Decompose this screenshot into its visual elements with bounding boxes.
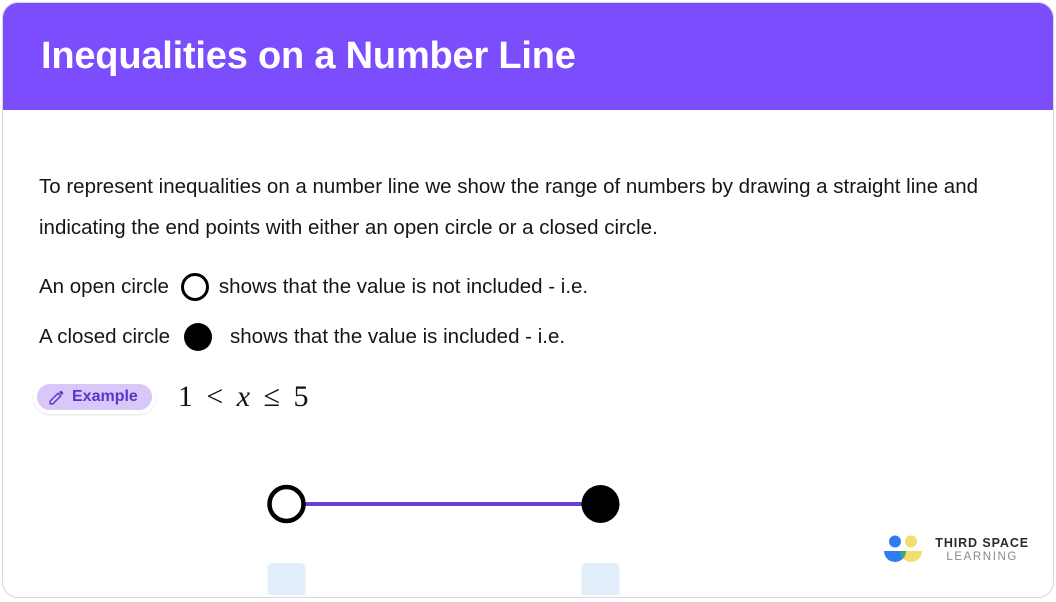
tick-highlight [267, 563, 306, 595]
page-title: Inequalities on a Number Line [41, 35, 576, 77]
example-badge-label: Example [72, 388, 138, 405]
example-row: Example 1 < x ≤ 5 [33, 380, 312, 414]
brand-logo: THIRD SPACE LEARNING [881, 533, 1029, 567]
range-start-endpoint-open [267, 484, 306, 524]
expression-operator-1: < [206, 380, 227, 413]
number-line-diagram: -2-1012345678 [3, 425, 1053, 595]
lesson-card: Inequalities on a Number Line To represe… [2, 2, 1054, 598]
expression-variable: x [236, 380, 254, 413]
card-body: To represent inequalities on a number li… [3, 110, 1053, 597]
example-expression: 1 < x ≤ 5 [178, 380, 312, 414]
intro-paragraph: To represent inequalities on a number li… [39, 174, 978, 239]
open-circle-icon [180, 273, 209, 301]
closed-circle-icon [184, 323, 213, 351]
expression-operator-2: ≤ [263, 380, 284, 413]
pencil-icon [49, 390, 64, 405]
expression-lower-bound: 1 [177, 380, 196, 413]
card-header: Inequalities on a Number Line [3, 3, 1053, 110]
closed-circle-text-after: shows that the value is included - i.e. [230, 325, 566, 348]
tick-highlight [581, 563, 620, 595]
example-badge[interactable]: Example [33, 380, 156, 414]
closed-circle-text-before: A closed circle [39, 325, 171, 348]
open-circle-text-after: shows that the value is not included - i… [218, 275, 589, 298]
open-circle-text-before: An open circle [39, 275, 169, 298]
logo-line-1: THIRD SPACE [935, 536, 1029, 551]
open-circle-explanation: An open circle shows that the value is n… [39, 273, 588, 301]
expression-upper-bound: 5 [293, 380, 312, 413]
range-end-endpoint-closed [581, 485, 620, 523]
logo-text: THIRD SPACE LEARNING [935, 536, 1029, 563]
third-space-learning-mark-icon [884, 535, 923, 562]
logo-line-2: LEARNING [946, 550, 1018, 563]
closed-circle-explanation: A closed circle shows that the value is … [39, 323, 565, 351]
